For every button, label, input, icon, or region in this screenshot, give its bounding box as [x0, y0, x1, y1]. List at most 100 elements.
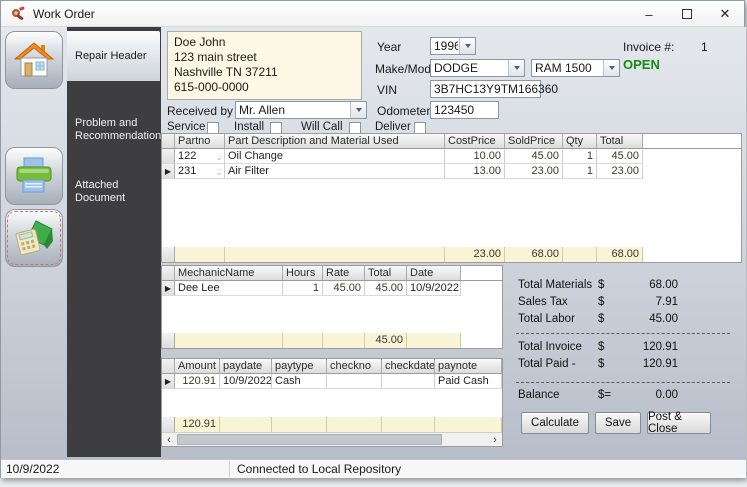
- cell-total: 45.00: [365, 281, 407, 296]
- summary-value: 120.91: [612, 358, 678, 374]
- maximize-icon[interactable]: [668, 1, 706, 27]
- tab-repair-header[interactable]: Repair Header: [67, 31, 160, 81]
- column-header[interactable]: Amount: [175, 359, 220, 374]
- print-button[interactable]: [5, 147, 63, 205]
- column-header[interactable]: SoldPrice: [505, 134, 563, 149]
- home-button[interactable]: [5, 31, 63, 89]
- column-header[interactable]: Partno: [175, 134, 225, 149]
- combo-chevron-icon: ⌄: [215, 150, 223, 164]
- row-indicator-icon: ▶: [165, 377, 171, 386]
- customer-info-box[interactable]: Doe John 123 main street Nashville TN 37…: [167, 31, 362, 100]
- tab-problem-recommendations[interactable]: Problem and Recommendations: [75, 117, 157, 143]
- save-button[interactable]: Save: [595, 412, 641, 434]
- column-header[interactable]: Part Description and Material Used: [225, 134, 445, 149]
- row-indicator-icon: ▶: [165, 284, 171, 293]
- parts-totals-row: 23.00 68.00 68.00: [162, 247, 741, 262]
- payment-grid-header: Amount paydate paytype checkno checkdate…: [162, 359, 502, 374]
- tab-attached-document[interactable]: Attached Document: [75, 179, 157, 205]
- summary-paid: Total Paid - $ 120.91: [518, 358, 678, 374]
- chevron-down-icon[interactable]: [459, 38, 475, 54]
- currency-sign: $: [598, 358, 612, 374]
- cell-soldprice: 23.00: [505, 164, 563, 179]
- post-close-button[interactable]: Post & Close: [647, 412, 711, 434]
- summary-value: 0.00: [612, 389, 678, 405]
- column-header[interactable]: checkno: [327, 359, 382, 374]
- year-label: Year: [377, 40, 401, 54]
- received-by-select[interactable]: Mr. Allen: [235, 101, 367, 119]
- model-select[interactable]: RAM 1500: [531, 59, 620, 77]
- currency-sign: $: [598, 313, 612, 329]
- scroll-right-icon[interactable]: ›: [488, 433, 502, 446]
- close-icon[interactable]: ✕: [706, 1, 744, 27]
- cell-soldprice: 45.00: [505, 149, 563, 164]
- cell-partno: 231: [178, 165, 196, 177]
- column-header[interactable]: Total: [597, 134, 643, 149]
- cell-qty: 1: [563, 149, 597, 164]
- column-header[interactable]: Hours: [283, 266, 323, 281]
- minimize-icon[interactable]: –: [630, 1, 668, 27]
- payment-total: 120.91: [175, 417, 220, 432]
- summary-label: Total Invoice: [518, 341, 598, 357]
- make-select[interactable]: DODGE: [430, 59, 525, 77]
- cell-paytype: Cash: [272, 374, 327, 389]
- table-row[interactable]: ▶ Dee Lee 1 45.00 45.00 10/9/2022: [162, 281, 502, 296]
- table-row[interactable]: ▶ 120.91 10/9/2022 Cash Paid Cash: [162, 374, 502, 389]
- printer-icon: [14, 157, 54, 195]
- app-icon: [10, 6, 26, 22]
- calculate-button[interactable]: Calculate: [521, 412, 589, 434]
- scroll-left-icon[interactable]: ‹: [162, 433, 176, 446]
- total-sold: 68.00: [505, 247, 563, 262]
- column-header[interactable]: Date: [407, 266, 461, 281]
- cell-partno: 122: [178, 150, 196, 162]
- column-header[interactable]: paytype: [272, 359, 327, 374]
- chevron-down-icon[interactable]: [350, 102, 366, 118]
- cell-hours: 1: [283, 281, 323, 296]
- summary-value: 120.91: [612, 341, 678, 357]
- make-value: DODGE: [434, 61, 507, 76]
- calculator-folder-icon: [14, 219, 54, 257]
- cell-paydate: 10/9/2022: [220, 374, 272, 389]
- divider: [229, 461, 230, 477]
- cell-costprice: 10.00: [445, 149, 505, 164]
- tab-label: Repair Header: [75, 50, 147, 62]
- currency-sign: $: [598, 296, 612, 312]
- column-header[interactable]: Rate: [323, 266, 365, 281]
- table-row[interactable]: 122⌄ Oil Change 10.00 45.00 1 45.00: [162, 149, 741, 164]
- column-header[interactable]: MechanicName: [175, 266, 283, 281]
- column-header[interactable]: paynote: [435, 359, 502, 374]
- divider: [516, 333, 730, 334]
- horizontal-scrollbar[interactable]: ‹ ›: [162, 432, 502, 446]
- tab-panel: Repair Header Problem and Recommendation…: [67, 27, 161, 457]
- chevron-down-icon[interactable]: [603, 60, 619, 76]
- labor-total: 45.00: [365, 333, 407, 348]
- table-row[interactable]: ▶ 231⌄ Air Filter 13.00 23.00 1 23.00: [162, 164, 741, 179]
- model-value: RAM 1500: [535, 61, 602, 76]
- column-header[interactable]: CostPrice: [445, 134, 505, 149]
- work-order-window: Work Order – ✕: [0, 0, 745, 478]
- cell-total: 23.00: [597, 164, 643, 179]
- summary-label: Total Materials: [518, 279, 598, 295]
- currency-sign: $=: [598, 389, 612, 405]
- post-invoice-button[interactable]: [5, 209, 63, 267]
- year-select[interactable]: 1996: [430, 37, 476, 55]
- summary-labor: Total Labor $ 45.00: [518, 313, 678, 329]
- deliver-label: Deliver: [375, 121, 411, 133]
- odometer-field[interactable]: 123450: [430, 101, 499, 119]
- column-header[interactable]: Qty: [563, 134, 597, 149]
- cell-total: 45.00: [597, 149, 643, 164]
- cell-rate: 45.00: [323, 281, 365, 296]
- summary-value: 68.00: [612, 279, 678, 295]
- summary-label: Balance: [518, 389, 598, 405]
- vin-field[interactable]: 3B7HC13Y9TM166360: [430, 80, 541, 98]
- currency-sign: $: [598, 279, 612, 295]
- summary-invoice: Total Invoice $ 120.91: [518, 341, 678, 357]
- chevron-down-icon[interactable]: [508, 60, 524, 76]
- scrollbar-thumb[interactable]: [177, 434, 442, 445]
- status-badge: OPEN: [623, 57, 660, 72]
- column-header[interactable]: paydate: [220, 359, 272, 374]
- column-header[interactable]: Total: [365, 266, 407, 281]
- service-label: Service: [167, 121, 205, 133]
- customer-name: Doe John: [174, 35, 355, 50]
- column-header[interactable]: checkdate: [382, 359, 435, 374]
- cell-qty: 1: [563, 164, 597, 179]
